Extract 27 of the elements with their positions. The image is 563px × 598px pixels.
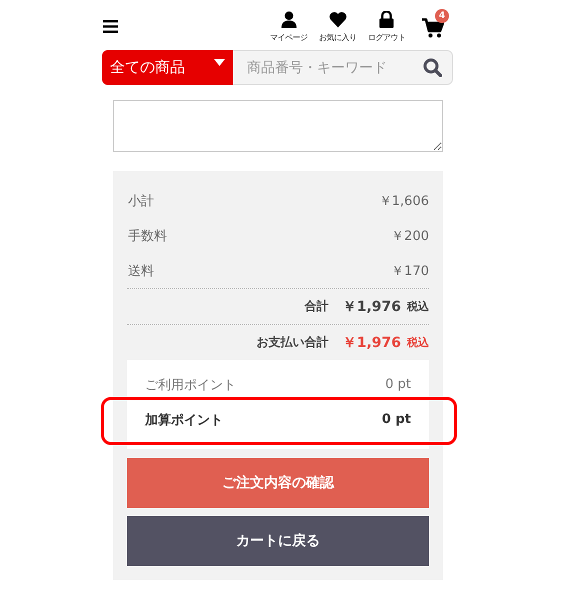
cart-icon[interactable] (422, 18, 444, 38)
total-amount: ￥1,976 (342, 334, 401, 352)
nav-link[interactable]: マイページ (266, 11, 311, 43)
person-icon[interactable] (280, 11, 296, 28)
fee-amount: ￥200 (391, 228, 429, 244)
points-label: ご利用ポイント (145, 376, 236, 394)
fee-label: 手数料 (128, 228, 167, 244)
points-value: 0 pt (385, 377, 411, 392)
tax-note: 税込 (407, 299, 429, 314)
points-value: 0 pt (382, 412, 411, 427)
fee-label: 小計 (128, 192, 154, 210)
total-label: お支払い合計 (256, 334, 329, 351)
menu-icon[interactable] (103, 20, 118, 33)
tax-note: 税込 (407, 335, 429, 350)
action-button[interactable]: ご注文内容の確認 (127, 458, 429, 508)
heart-icon[interactable] (328, 11, 346, 28)
fee-amount: ￥170 (391, 262, 429, 280)
fee-amount: ￥1,606 (378, 192, 429, 210)
lock-icon[interactable] (379, 11, 394, 28)
nav-link[interactable]: ログアウト (364, 11, 409, 43)
total-amount: ￥1,976 (342, 298, 401, 316)
cart-count-badge: 4 (435, 9, 449, 23)
action-button[interactable]: カートに戻る (127, 516, 429, 566)
nav-link[interactable]: お気に入り (315, 11, 360, 43)
points-label: 加算ポイント (145, 412, 223, 428)
total-label: 合計 (304, 298, 329, 315)
fee-label: 送料 (128, 262, 154, 280)
